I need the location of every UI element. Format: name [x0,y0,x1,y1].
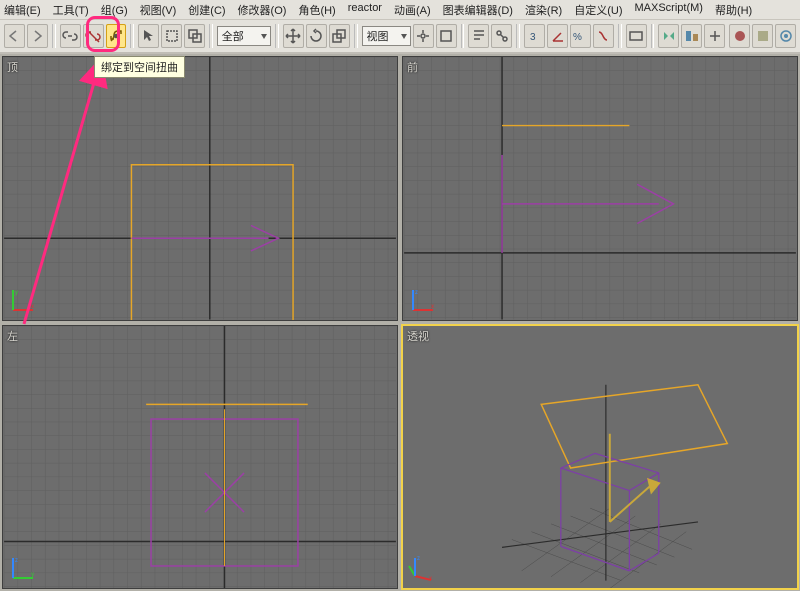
axis-gizmo-icon: xy [9,286,37,314]
svg-text:z: z [15,558,18,564]
move-button[interactable] [283,24,304,48]
axis-gizmo-icon: x z [409,554,437,582]
mirror-button[interactable] [658,24,679,48]
axis-gizmo-icon: yz [9,554,37,582]
tooltip: 绑定到空间扭曲 [94,56,185,78]
percent-snap-button[interactable]: % [570,24,591,48]
scale-button[interactable] [329,24,350,48]
svg-text:x: x [431,304,434,310]
align-button[interactable] [681,24,702,48]
toggle-button-a[interactable] [436,24,457,48]
viewport-label: 顶 [7,59,18,75]
viewport-scene [3,326,397,589]
menu-animation[interactable]: 动画(A) [394,2,431,19]
redo-button[interactable] [27,24,48,48]
select-region-button[interactable] [161,24,182,48]
named-sets-button[interactable] [626,24,647,48]
svg-text:z: z [417,556,420,562]
spinner-snap-button[interactable] [593,24,614,48]
menu-modifiers[interactable]: 修改器(O) [238,2,287,19]
separator [461,24,465,48]
angle-snap-button[interactable] [547,24,568,48]
menu-create[interactable]: 创建(C) [188,2,225,19]
menu-reactor[interactable]: reactor [348,2,382,19]
unlink-button[interactable] [83,24,104,48]
separator [130,24,134,48]
render-button[interactable] [775,24,796,48]
viewport-label: 透视 [407,328,429,344]
viewport-scene [3,57,397,320]
svg-text:y: y [31,572,34,578]
use-center-button[interactable] [413,24,434,48]
viewport-front[interactable]: 前 xz [402,56,798,321]
viewport-perspective[interactable]: 透视 [402,325,798,590]
svg-text:y: y [15,290,18,296]
menu-group[interactable]: 组(G) [101,2,128,19]
render-setup-button[interactable] [752,24,773,48]
svg-text:x: x [429,576,432,582]
menu-tools[interactable]: 工具(T) [53,2,89,19]
separator [618,24,622,48]
menu-bar: 编辑(E) 工具(T) 组(G) 视图(V) 创建(C) 修改器(O) 角色(H… [0,0,800,20]
menu-edit[interactable]: 编辑(E) [4,2,41,19]
select-object-button[interactable] [138,24,159,48]
menu-grapheditor[interactable]: 图表编辑器(D) [443,2,513,19]
rotate-button[interactable] [306,24,327,48]
quick-align-button[interactable] [704,24,725,48]
viewport-label: 前 [407,59,418,75]
separator [209,24,213,48]
snap-toggle-button[interactable]: 3 [524,24,545,48]
svg-text:z: z [415,290,418,296]
selection-filter-combo[interactable]: 全部 [217,26,271,46]
separator [354,24,358,48]
menu-render[interactable]: 渲染(R) [525,2,562,19]
axis-gizmo-icon: xz [409,286,437,314]
menu-customize[interactable]: 自定义(U) [574,2,622,19]
viewport-label: 左 [7,328,18,344]
separator [52,24,56,48]
material-editor-button[interactable] [729,24,750,48]
svg-text:3: 3 [530,32,536,43]
undo-button[interactable] [4,24,25,48]
main-toolbar: 全部 视图 3 % 绑定到空间扭曲 [0,20,800,54]
separator [516,24,520,48]
separator [275,24,279,48]
menu-view[interactable]: 视图(V) [140,2,177,19]
spacewarp-bind-button[interactable] [106,24,127,48]
viewport-left[interactable]: 左 yz [2,325,398,590]
link-button[interactable] [60,24,81,48]
svg-text:x: x [31,304,34,310]
viewport-grid: 顶 [0,54,800,591]
menu-maxscript[interactable]: MAXScript(M) [635,2,703,19]
menu-character[interactable]: 角色(H) [298,2,335,19]
viewport-scene [403,57,797,320]
window-crossing-button[interactable] [184,24,205,48]
select-by-name-button[interactable] [468,24,489,48]
viewport-scene [403,326,797,589]
menu-help[interactable]: 帮助(H) [715,2,752,19]
viewport-top[interactable]: 顶 [2,56,398,321]
svg-text:%: % [573,32,582,43]
reference-system-combo[interactable]: 视图 [362,26,411,46]
separator [651,24,655,48]
select-and-manipulate-button[interactable] [491,24,512,48]
